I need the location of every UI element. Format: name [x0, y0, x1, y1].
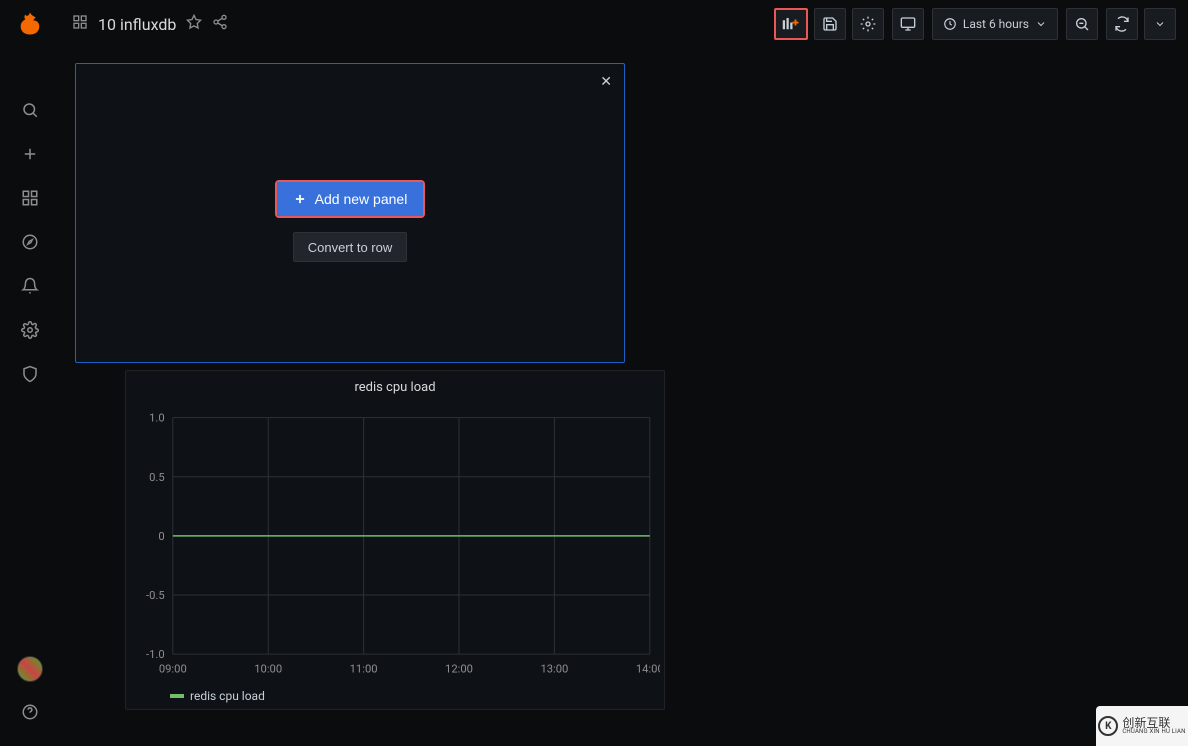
- add-new-panel-label: Add new panel: [315, 191, 408, 207]
- svg-text:-1.0: -1.0: [146, 648, 165, 661]
- svg-text:14:00: 14:00: [636, 662, 660, 675]
- watermark: K 创新互联 CHUANG XIN HU LIAN: [1096, 706, 1188, 746]
- alerting-icon[interactable]: [10, 266, 50, 306]
- svg-text:13:00: 13:00: [540, 662, 568, 675]
- svg-text:-0.5: -0.5: [146, 589, 165, 602]
- chart-legend[interactable]: redis cpu load: [130, 683, 660, 705]
- svg-text:12:00: 12:00: [445, 662, 473, 675]
- chevron-down-icon: [1035, 18, 1047, 30]
- explore-icon[interactable]: [10, 222, 50, 262]
- svg-text:10:00: 10:00: [254, 662, 282, 675]
- svg-text:0.5: 0.5: [149, 471, 165, 484]
- page-title[interactable]: 10 influxdb: [98, 15, 176, 34]
- add-panel-button[interactable]: [774, 8, 808, 40]
- zoom-out-button[interactable]: [1066, 8, 1098, 40]
- grafana-logo-icon[interactable]: [14, 8, 46, 40]
- time-picker-button[interactable]: Last 6 hours: [932, 8, 1058, 40]
- watermark-en: CHUANG XIN HU LIAN: [1122, 729, 1185, 735]
- topbar: 10 influxdb Last 6 hours: [60, 0, 1188, 48]
- convert-to-row-label: Convert to row: [308, 240, 393, 255]
- chevron-down-icon: [1154, 18, 1166, 30]
- refresh-button[interactable]: [1106, 8, 1138, 40]
- chart-svg: -1.0 -0.5 0 0.5 1.0 09:00 10:00 11:00 12:00 13:00…: [130, 405, 660, 683]
- convert-to-row-button[interactable]: Convert to row: [293, 232, 408, 262]
- settings-button[interactable]: [852, 8, 884, 40]
- add-panel-placeholder: ✕ Add new panel Convert to row: [75, 63, 625, 363]
- watermark-logo-icon: K: [1098, 716, 1118, 736]
- chart-title: redis cpu load: [130, 377, 660, 405]
- plus-icon[interactable]: [10, 134, 50, 174]
- shield-icon[interactable]: [10, 354, 50, 394]
- plus-icon: [293, 192, 307, 206]
- refresh-interval-button[interactable]: [1144, 8, 1176, 40]
- star-icon[interactable]: [186, 14, 202, 34]
- chart-panel[interactable]: redis cpu load -1.0 -0.5 0 0.5 1.0 09:00 10:00…: [125, 370, 665, 710]
- cycle-view-button[interactable]: [892, 8, 924, 40]
- avatar[interactable]: [17, 656, 43, 682]
- legend-label: redis cpu load: [190, 689, 265, 703]
- svg-text:09:00: 09:00: [159, 662, 187, 675]
- chart-body: -1.0 -0.5 0 0.5 1.0 09:00 10:00 11:00 12:00 13:00…: [130, 405, 660, 683]
- add-new-panel-button[interactable]: Add new panel: [277, 182, 424, 216]
- dashboards-icon: [72, 14, 88, 34]
- sidebar: [0, 0, 60, 746]
- content-area: ✕ Add new panel Convert to row redis cpu…: [60, 48, 1188, 746]
- legend-swatch: [170, 694, 184, 698]
- dashboards-icon[interactable]: [10, 178, 50, 218]
- search-icon[interactable]: [10, 90, 50, 130]
- configuration-icon[interactable]: [10, 310, 50, 350]
- close-icon[interactable]: ✕: [600, 74, 612, 90]
- save-button[interactable]: [814, 8, 846, 40]
- svg-text:11:00: 11:00: [350, 662, 378, 675]
- svg-text:0: 0: [158, 530, 164, 543]
- breadcrumb: 10 influxdb: [72, 14, 228, 34]
- svg-text:1.0: 1.0: [149, 412, 165, 425]
- share-icon[interactable]: [212, 14, 228, 34]
- help-icon[interactable]: [10, 692, 50, 732]
- time-range-label: Last 6 hours: [963, 17, 1029, 31]
